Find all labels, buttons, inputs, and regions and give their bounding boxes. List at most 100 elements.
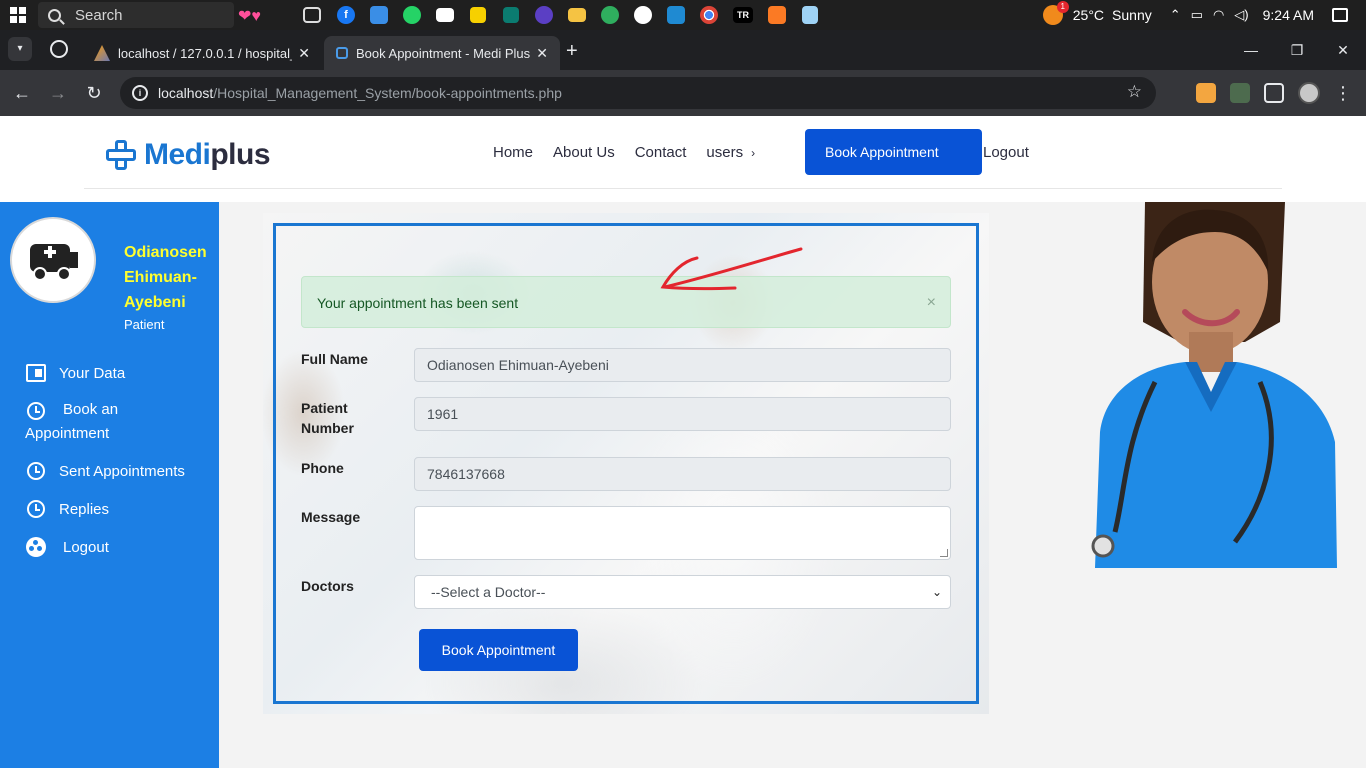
patient-number-label: Patient Number: [301, 400, 354, 436]
media-player-icon[interactable]: [503, 7, 519, 23]
resize-handle-icon[interactable]: [940, 549, 948, 557]
extension-icon[interactable]: [1196, 83, 1216, 103]
puzzle-icon[interactable]: [1264, 83, 1284, 103]
url-path: /Hospital_Management_System/book-appoint…: [213, 85, 562, 101]
tab-search-button[interactable]: ▾: [8, 37, 32, 61]
mail-icon[interactable]: [436, 8, 454, 22]
photos-icon[interactable]: [601, 6, 619, 24]
bookmark-star-icon[interactable]: ☆: [1127, 82, 1142, 102]
chevron-right-icon: ›: [751, 146, 756, 160]
nav-contact[interactable]: Contact: [635, 144, 687, 161]
close-tab-icon[interactable]: ✕: [298, 45, 310, 62]
nav-users[interactable]: users ›: [706, 144, 755, 161]
volume-icon[interactable]: ◁): [1234, 7, 1248, 23]
battery-icon[interactable]: ▭: [1191, 7, 1203, 23]
clock-icon: [25, 498, 47, 520]
tr-app-icon[interactable]: TR: [733, 7, 753, 23]
browser-toolbar: ← → ↻ i localhost /Hospital_Management_S…: [0, 70, 1366, 116]
close-window-icon[interactable]: ✕: [1320, 30, 1366, 70]
store-icon[interactable]: [370, 6, 388, 24]
start-button[interactable]: [0, 0, 36, 30]
mediplus-favicon: [336, 47, 348, 59]
chrome-icon[interactable]: [700, 6, 718, 24]
doctors-label: Doctors: [301, 578, 354, 594]
url-host: localhost: [158, 85, 214, 101]
task-view-icon[interactable]: [303, 7, 321, 23]
patient-sidebar: Odianosen Ehimuan-Ayebeni Patient Your D…: [0, 202, 219, 768]
address-bar[interactable]: i localhost /Hospital_Management_System/…: [120, 77, 1156, 109]
forward-icon[interactable]: →: [40, 83, 76, 104]
windows-taskbar: Search ❤♥ f TR 1 25°C Sunny ⌃ ▭ ◠ ◁) 9:2…: [0, 0, 1366, 30]
info-icon[interactable]: i: [132, 85, 148, 101]
doctor-select[interactable]: --Select a Doctor-- ⌄: [414, 575, 951, 609]
main-nav: Home About Us Contact users ›: [493, 144, 775, 161]
red-annotation-arrow-icon: [660, 247, 803, 291]
windows-icon: [10, 7, 26, 23]
profile-avatar-icon[interactable]: [1298, 82, 1320, 104]
tab-book-appointment[interactable]: Book Appointment - Medi Plus ✕: [324, 36, 560, 70]
taskbar-clock[interactable]: 9:24 AM: [1263, 7, 1314, 23]
taskbar-apps: f TR: [300, 4, 821, 26]
logout-dots-icon: [25, 536, 47, 558]
back-icon[interactable]: ←: [4, 83, 40, 104]
sidebar-item-replies[interactable]: Replies: [25, 498, 109, 522]
github-icon[interactable]: [634, 6, 652, 24]
maximize-icon[interactable]: ❐: [1274, 30, 1320, 70]
nurse-image: [1091, 202, 1337, 568]
minimize-icon[interactable]: —: [1228, 30, 1274, 70]
mediplus-logo[interactable]: Mediplus: [106, 138, 271, 172]
hearts-icon[interactable]: ❤♥: [238, 6, 261, 26]
nav-home[interactable]: Home: [493, 144, 533, 161]
wifi-icon[interactable]: ◠: [1213, 7, 1224, 23]
weather-temp: 25°C: [1072, 7, 1105, 23]
notepad-icon[interactable]: [802, 6, 818, 24]
header-book-appointment-button[interactable]: Book Appointment: [805, 129, 982, 175]
reload-icon[interactable]: ↻: [76, 83, 112, 104]
book-appointment-button[interactable]: Book Appointment: [419, 629, 578, 671]
sidebar-item-logout[interactable]: Logout: [25, 536, 109, 560]
message-textarea[interactable]: [414, 506, 951, 560]
taskbar-search[interactable]: Search: [38, 2, 234, 28]
data-card-icon: [25, 362, 47, 384]
extension-arrows-icon[interactable]: [1230, 83, 1250, 103]
sidebar-item-sent-appointments[interactable]: Sent Appointments: [25, 460, 185, 484]
close-icon[interactable]: ×: [927, 294, 936, 312]
full-name-field[interactable]: Odianosen Ehimuan-Ayebeni: [414, 348, 951, 382]
patient-role: Patient: [124, 317, 165, 332]
facebook-icon[interactable]: f: [337, 6, 355, 24]
window-controls: — ❐ ✕: [1228, 30, 1366, 70]
clock-icon: [25, 460, 47, 482]
phone-label: Phone: [301, 460, 344, 476]
close-tab-icon[interactable]: ✕: [536, 45, 548, 62]
sidebar-item-book-appointment[interactable]: Book an Appointment: [25, 400, 145, 446]
browser-tabstrip: ▾ localhost / 127.0.0.1 / hospital_ ✕ Bo…: [0, 30, 1366, 70]
xampp-icon[interactable]: [768, 6, 786, 24]
patient-number-field[interactable]: 1961: [414, 397, 951, 431]
site-header: Mediplus Home About Us Contact users › Bo…: [0, 116, 1366, 202]
menu-dots-icon[interactable]: ⋮: [1334, 83, 1352, 104]
success-alert: Your appointment has been sent ×: [301, 276, 951, 328]
patient-name: Odianosen Ehimuan-Ayebeni: [124, 244, 207, 311]
search-icon: [48, 8, 61, 22]
sidebar-item-your-data[interactable]: Your Data: [25, 362, 125, 386]
header-divider: [84, 188, 1282, 189]
new-tab-icon[interactable]: +: [566, 40, 578, 63]
whatsapp-icon[interactable]: [403, 6, 421, 24]
chatgpt-tab-icon[interactable]: [50, 40, 68, 58]
extension-icons: ⋮: [1196, 70, 1366, 116]
app-circle-icon[interactable]: [535, 6, 553, 24]
ambulance-icon: [30, 244, 78, 281]
tab-phpmyadmin[interactable]: localhost / 127.0.0.1 / hospital_ ✕: [82, 36, 322, 70]
vscode-icon[interactable]: [667, 6, 685, 24]
system-tray: 1 25°C Sunny ⌃ ▭ ◠ ◁) 9:24 AM: [1042, 0, 1366, 30]
chevron-up-icon[interactable]: ⌃: [1170, 7, 1181, 23]
tray-icons: ⌃ ▭ ◠ ◁): [1170, 7, 1249, 23]
weather-icon[interactable]: 1: [1042, 1, 1069, 25]
sticky-notes-icon[interactable]: [470, 7, 486, 23]
logo-cross-icon: [106, 140, 136, 170]
header-logout-link[interactable]: Logout: [983, 144, 1029, 161]
file-explorer-icon[interactable]: [568, 8, 586, 22]
notification-icon[interactable]: [1332, 8, 1348, 22]
phone-field[interactable]: 7846137668: [414, 457, 951, 491]
nav-about[interactable]: About Us: [553, 144, 615, 161]
